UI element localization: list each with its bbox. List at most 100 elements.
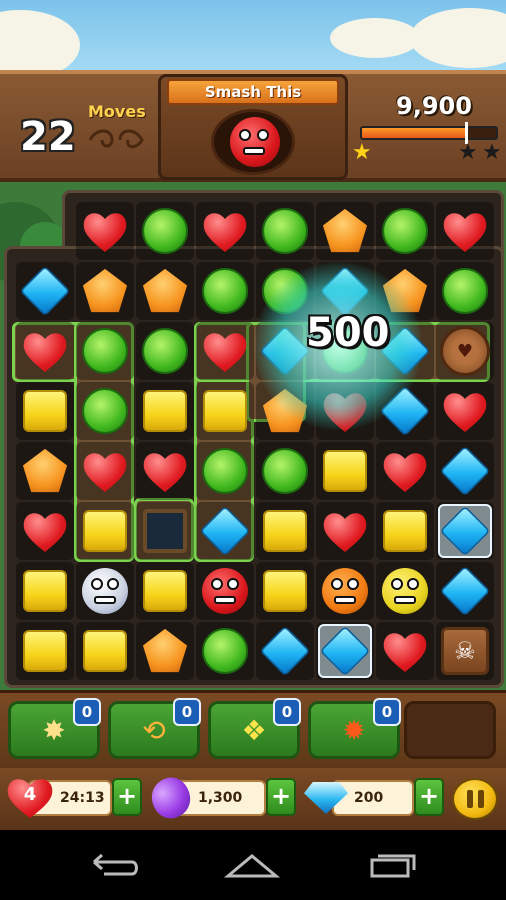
yellow-gem-icon — [83, 510, 127, 552]
board-cell[interactable] — [316, 562, 374, 620]
board-cell[interactable] — [376, 562, 434, 620]
board-cell[interactable] — [436, 442, 494, 500]
board-cell[interactable] — [436, 202, 494, 260]
board-cell[interactable] — [76, 562, 134, 620]
board-cell[interactable] — [316, 442, 374, 500]
board-cell[interactable] — [16, 562, 74, 620]
board-cell[interactable] — [256, 202, 314, 260]
yellow-gem-icon — [23, 390, 67, 432]
swap-icon: ⟲ — [142, 713, 166, 747]
recent-apps-icon[interactable] — [362, 850, 422, 880]
beans-count: 1,300 — [198, 790, 243, 806]
board-cell[interactable] — [316, 202, 374, 260]
board-cell[interactable] — [16, 502, 74, 560]
board-cell[interactable] — [316, 502, 374, 560]
home-icon[interactable] — [222, 850, 282, 880]
board-cell[interactable] — [256, 622, 314, 680]
heart-gem-icon — [82, 448, 128, 494]
board-cell[interactable] — [136, 202, 194, 260]
board-cell[interactable] — [196, 442, 254, 500]
board-cell[interactable] — [76, 202, 134, 260]
board-cell[interactable] — [16, 442, 74, 500]
swirl-decoration-icon — [88, 129, 144, 149]
board-cell[interactable] — [136, 622, 194, 680]
board-cell[interactable] — [16, 262, 74, 320]
blue-gem-icon — [439, 445, 491, 497]
board-cell[interactable] — [376, 502, 434, 560]
board-cell[interactable] — [196, 382, 254, 440]
score-progress-fill — [362, 128, 467, 138]
board-cell[interactable] — [196, 262, 254, 320]
board-cell[interactable] — [196, 322, 254, 380]
board-cell[interactable] — [256, 442, 314, 500]
orange-gem-icon — [322, 208, 368, 253]
orange-monster-icon — [322, 568, 368, 614]
board-cell[interactable] — [16, 382, 74, 440]
board-cell[interactable] — [76, 502, 134, 560]
swap-booster-button[interactable]: ⟲ 0 — [108, 698, 201, 759]
board-cell[interactable] — [196, 202, 254, 260]
board-cell[interactable] — [76, 262, 134, 320]
board-cell[interactable] — [196, 622, 254, 680]
board-cell[interactable] — [196, 562, 254, 620]
back-icon[interactable] — [82, 850, 142, 880]
target-panel: Smash This — [158, 74, 348, 180]
booster-count: 0 — [173, 698, 201, 726]
yellow-gem-icon — [83, 630, 127, 672]
star-2-icon: ★ — [458, 140, 478, 165]
board-cell[interactable] — [256, 502, 314, 560]
board-cell[interactable] — [16, 622, 74, 680]
yellow-gem-icon — [323, 450, 367, 492]
fire-booster-button[interactable]: ✹ 0 — [308, 698, 401, 759]
heart-gem-icon — [202, 208, 248, 254]
board-cell[interactable] — [436, 562, 494, 620]
board-cell[interactable] — [136, 442, 194, 500]
board-cell[interactable] — [376, 202, 434, 260]
shuffle-booster-button[interactable]: ❖ 0 — [208, 698, 301, 759]
heart-gem-icon — [142, 448, 188, 494]
lives-timer: 24:13 — [60, 790, 105, 806]
board-cell[interactable] — [316, 622, 374, 680]
board-cell[interactable] — [76, 382, 134, 440]
board-cell[interactable] — [256, 562, 314, 620]
board-cell[interactable] — [136, 502, 194, 560]
orange-gem-icon — [82, 268, 128, 313]
board-cell[interactable] — [376, 622, 434, 680]
diamonds-count: 200 — [354, 790, 384, 806]
board-cell[interactable] — [136, 322, 194, 380]
heart-gem-icon — [322, 508, 368, 554]
board-cell[interactable] — [76, 622, 134, 680]
board-cell[interactable] — [436, 262, 494, 320]
star-1-icon: ★ — [352, 140, 372, 165]
add-diamonds-button[interactable]: + — [414, 778, 444, 816]
board-cell[interactable] — [136, 562, 194, 620]
board-cell[interactable] — [16, 322, 74, 380]
board-cell[interactable]: ☠ — [436, 622, 494, 680]
target-monster-icon — [230, 117, 280, 167]
board-cell[interactable] — [136, 262, 194, 320]
board-cell[interactable] — [436, 382, 494, 440]
green-gem-icon — [442, 268, 488, 314]
green-gem-icon — [142, 328, 188, 374]
star-3-icon: ★ — [482, 140, 502, 165]
board-cell[interactable] — [76, 322, 134, 380]
moves-label: Moves — [88, 102, 146, 121]
green-gem-icon — [142, 208, 188, 254]
board-cell[interactable] — [136, 382, 194, 440]
board-cell[interactable] — [196, 502, 254, 560]
lives-count: 4 — [23, 783, 37, 805]
booster-count: 0 — [373, 698, 401, 726]
hammer-booster-button[interactable]: ✸ 0 — [8, 698, 101, 759]
green-gem-icon — [262, 208, 308, 254]
board-cell[interactable] — [76, 442, 134, 500]
add-beans-button[interactable]: + — [266, 778, 296, 816]
add-lives-button[interactable]: + — [112, 778, 142, 816]
booster-count: 0 — [73, 698, 101, 726]
orange-gem-icon — [142, 628, 188, 673]
skull-crate-icon: ☠ — [441, 627, 489, 675]
red-monster-icon — [202, 568, 248, 614]
pause-button[interactable] — [452, 778, 498, 820]
board-cell[interactable] — [436, 502, 494, 560]
board-cell[interactable]: ♥ — [436, 322, 494, 380]
board-cell[interactable] — [376, 442, 434, 500]
